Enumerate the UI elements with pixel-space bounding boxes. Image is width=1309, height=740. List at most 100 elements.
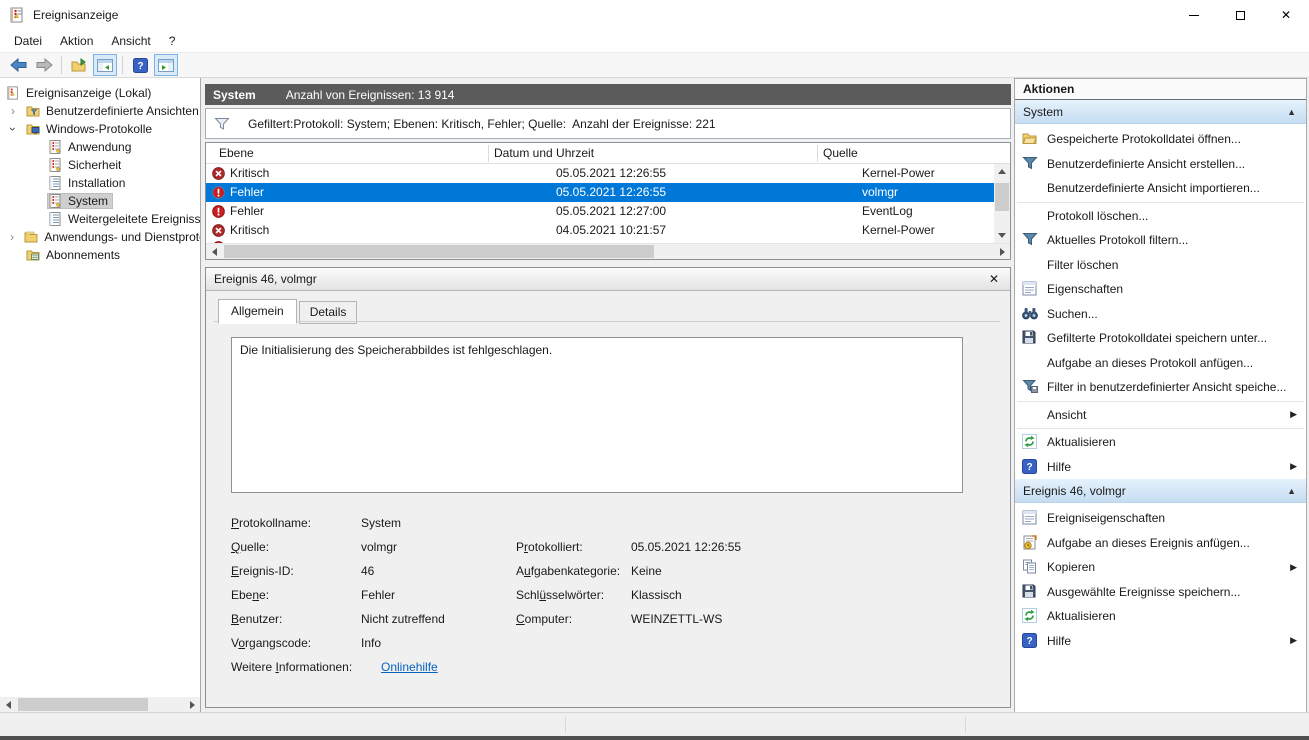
action-attach-task-to-event[interactable]: Aufgabe an dieses Ereignis anfügen...	[1015, 531, 1306, 556]
actions-pane: Aktionen System ▲ Gespeicherte Protokoll…	[1014, 78, 1307, 712]
action-save-filter-to-custom-view[interactable]: Filter in benutzerdefinierter Ansicht sp…	[1015, 375, 1306, 400]
tree-item-anwendung[interactable]: Anwendung	[0, 138, 200, 156]
action-clear-filter[interactable]: Filter löschen	[1015, 253, 1306, 278]
scroll-left-button[interactable]	[206, 244, 222, 259]
action-view-submenu[interactable]: Ansicht ▶	[1015, 403, 1306, 428]
event-row-partial[interactable]	[206, 240, 994, 243]
menu-ansicht[interactable]: Ansicht	[102, 30, 159, 52]
toggle-action-pane-button[interactable]	[154, 54, 178, 76]
actions-pane-title: Aktionen	[1015, 79, 1306, 100]
error-icon	[212, 186, 225, 199]
expand-chevron-icon[interactable]: ›	[8, 230, 16, 244]
svg-text:?: ?	[137, 61, 143, 72]
action-help-event-submenu[interactable]: ? Hilfe ▶	[1015, 629, 1306, 654]
scroll-right-button[interactable]	[994, 244, 1010, 259]
scroll-right-button[interactable]	[184, 697, 200, 712]
events-horizontal-scrollbar[interactable]	[206, 243, 1010, 259]
scroll-left-button[interactable]	[0, 697, 16, 712]
event-row[interactable]: Kritisch 04.05.2021 10:21:57 Kernel-Powe…	[206, 221, 994, 240]
maximize-icon	[1236, 11, 1245, 20]
event-viewer-window: Ereignisanzeige ✕ Datei Aktion Ansicht ?…	[0, 0, 1309, 740]
right-arrow-icon	[1000, 248, 1005, 256]
action-import-custom-view[interactable]: Benutzerdefinierte Ansicht importieren..…	[1015, 176, 1306, 201]
action-attach-task-to-log[interactable]: Aufgabe an dieses Protokoll anfügen...	[1015, 351, 1306, 376]
collapse-chevron-icon[interactable]: ›	[6, 124, 20, 134]
tree-item-anwendungs-und-dienstprotokolle[interactable]: › Anwendungs- und Dienstprotokolle	[0, 228, 200, 246]
svg-text:?: ?	[1026, 462, 1032, 473]
scrollbar-thumb[interactable]	[224, 245, 654, 258]
action-create-custom-view[interactable]: Benutzerdefinierte Ansicht erstellen...	[1015, 152, 1306, 177]
column-header-datum[interactable]: Datum und Uhrzeit	[494, 143, 594, 164]
field-label: Weitere Informationen:	[231, 655, 381, 679]
menu-hilfe[interactable]: ?	[160, 30, 185, 52]
tree-item-abonnements[interactable]: Abonnements	[0, 246, 200, 264]
tree-item-system[interactable]: System	[0, 192, 200, 210]
scrollbar-thumb[interactable]	[995, 183, 1009, 211]
actions-section-event[interactable]: Ereignis 46, volmgr ▲	[1015, 479, 1306, 503]
action-find[interactable]: Suchen...	[1015, 302, 1306, 327]
event-row[interactable]: Fehler 05.05.2021 12:27:00 EventLog	[206, 202, 994, 221]
field-label: Ebene:	[231, 583, 361, 607]
event-row[interactable]: Kritisch 05.05.2021 12:26:55 Kernel-Powe…	[206, 164, 994, 183]
svg-text:?: ?	[1026, 636, 1032, 647]
field-value: System	[361, 516, 401, 530]
tab-allgemein[interactable]: Allgemein	[218, 299, 297, 324]
actions-section-system[interactable]: System ▲	[1015, 100, 1306, 124]
event-log-icon	[48, 194, 64, 208]
column-separator[interactable]	[488, 145, 489, 162]
maximize-button[interactable]	[1217, 0, 1263, 30]
forward-button[interactable]	[32, 54, 56, 76]
column-separator[interactable]	[817, 145, 818, 162]
action-properties[interactable]: Eigenschaften	[1015, 277, 1306, 302]
action-event-properties[interactable]: Ereigniseigenschaften	[1015, 506, 1306, 531]
scroll-down-button[interactable]	[994, 228, 1010, 243]
help-button[interactable]: ?	[128, 54, 152, 76]
tree-item-windows-protokolle[interactable]: › Windows-Protokolle	[0, 120, 200, 138]
action-save-selected-events[interactable]: Ausgewählte Ereignisse speichern...	[1015, 580, 1306, 605]
minimize-button[interactable]	[1171, 0, 1217, 30]
filter-icon	[1022, 156, 1038, 172]
events-vertical-scrollbar[interactable]	[994, 164, 1010, 243]
column-header-ebene[interactable]: Ebene	[219, 143, 254, 164]
action-refresh[interactable]: Aktualisieren	[1015, 430, 1306, 455]
left-arrow-icon	[212, 248, 217, 256]
event-message-box[interactable]: Die Initialisierung des Speicherabbildes…	[231, 337, 963, 493]
log-header-bar: System Anzahl von Ereignissen: 13 914	[205, 84, 1011, 105]
action-save-filtered-log[interactable]: Gefilterte Protokolldatei speichern unte…	[1015, 326, 1306, 351]
action-help-submenu[interactable]: ? Hilfe ▶	[1015, 455, 1306, 480]
online-help-link[interactable]: Onlinehilfe	[381, 660, 438, 674]
tree-item-installation[interactable]: Installation	[0, 174, 200, 192]
event-row-selected[interactable]: Fehler 05.05.2021 12:26:55 volmgr	[206, 183, 994, 202]
close-button[interactable]: ✕	[1263, 0, 1309, 30]
error-icon	[212, 205, 225, 218]
preview-close-button[interactable]: ✕	[986, 268, 1002, 291]
filter-notification-bar: Gefiltert:Protokoll: System; Ebenen: Kri…	[205, 108, 1011, 139]
action-filter-current-log[interactable]: Aktuelles Protokoll filtern...	[1015, 228, 1306, 253]
error-icon	[212, 241, 225, 243]
event-fields-right: Protokolliert:05.05.2021 12:26:55 Aufgab…	[516, 535, 741, 631]
tree-item-weitergeleitete-ereignisse[interactable]: Weitergeleitete Ereignisse	[0, 210, 200, 228]
tree-item-benutzerdefinierte-ansichten[interactable]: › Benutzerdefinierte Ansichten	[0, 102, 200, 120]
scroll-up-button[interactable]	[994, 164, 1010, 179]
tree-horizontal-scrollbar[interactable]	[0, 697, 200, 712]
field-label: Computer:	[516, 607, 631, 631]
column-header-quelle[interactable]: Quelle	[823, 143, 858, 164]
action-refresh-event[interactable]: Aktualisieren	[1015, 604, 1306, 629]
menu-aktion[interactable]: Aktion	[51, 30, 102, 52]
tree-root-ereignisanzeige[interactable]: Ereignisanzeige (Lokal)	[0, 84, 200, 102]
toggle-console-tree-button[interactable]	[93, 54, 117, 76]
field-label: Quelle:	[231, 535, 361, 559]
icon-placeholder	[1022, 257, 1038, 273]
tree-item-sicherheit[interactable]: Sicherheit	[0, 156, 200, 174]
menu-datei[interactable]: Datei	[5, 30, 51, 52]
scrollbar-thumb[interactable]	[18, 698, 148, 711]
back-button[interactable]	[6, 54, 30, 76]
critical-icon	[212, 224, 225, 237]
action-copy-submenu[interactable]: Kopieren ▶	[1015, 555, 1306, 580]
action-clear-log[interactable]: Protokoll löschen...	[1015, 204, 1306, 229]
action-open-saved-log[interactable]: Gespeicherte Protokolldatei öffnen...	[1015, 127, 1306, 152]
open-saved-log-button[interactable]	[67, 54, 91, 76]
expand-chevron-icon[interactable]: ›	[8, 104, 18, 118]
open-folder-icon	[1022, 131, 1038, 147]
event-log-icon	[48, 158, 64, 172]
